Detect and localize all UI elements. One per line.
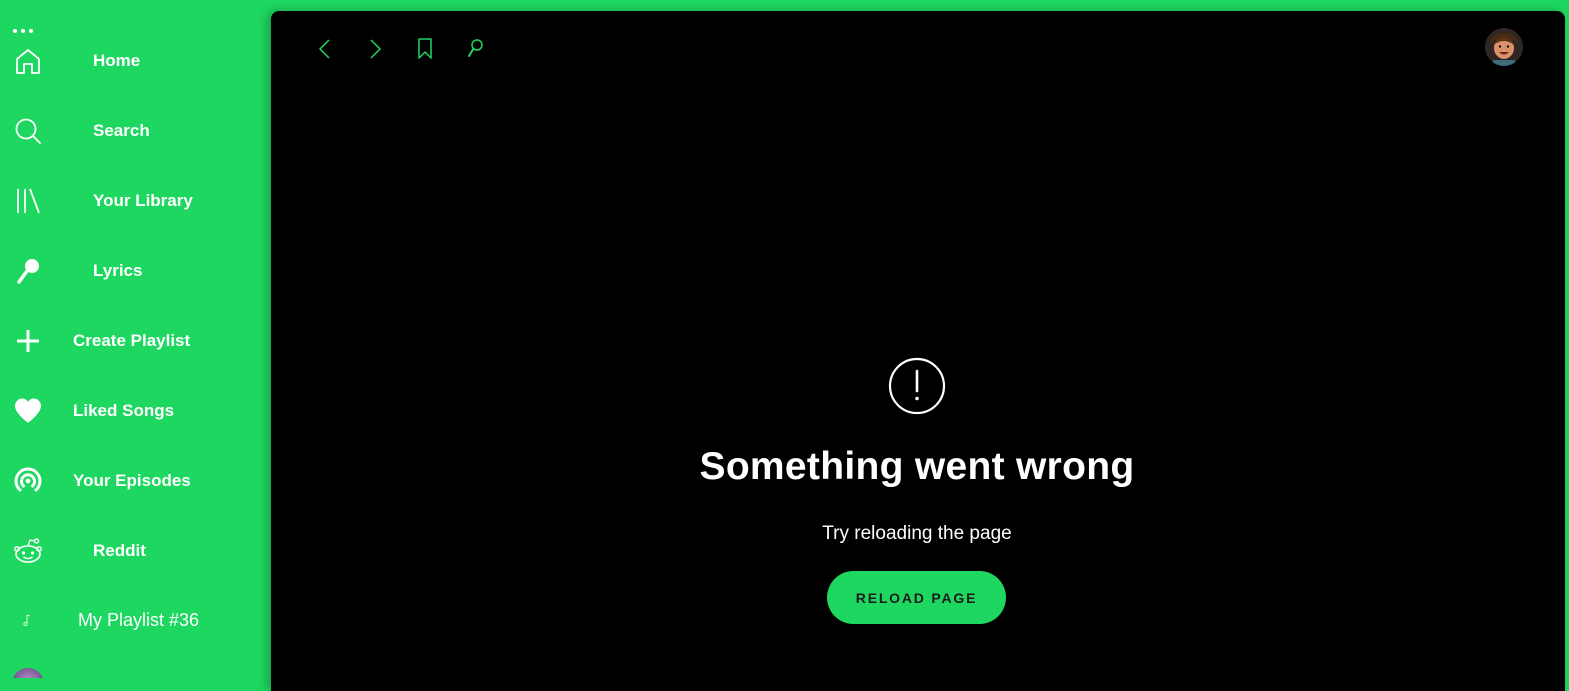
heart-icon [12, 395, 44, 427]
sidebar-item-label: Your Episodes [73, 471, 191, 490]
error-subtitle: Try reloading the page [822, 523, 1012, 544]
exclamation-circle-icon [888, 357, 946, 415]
forward-arrow-icon[interactable] [361, 35, 389, 63]
error-title: Something went wrong [699, 445, 1135, 488]
sidebar-item-label: Lyrics [93, 261, 143, 280]
sidebar-item-liked-songs[interactable]: Liked Songs [0, 386, 271, 436]
avatar[interactable] [12, 668, 44, 678]
sidebar-item-label: Create Playlist [73, 331, 191, 350]
main-content: Something went wrong Try reloading the p… [271, 11, 1565, 691]
sidebar-item-your-library[interactable]: Your Library [0, 176, 271, 226]
reload-page-button[interactable]: RELOAD PAGE [827, 571, 1006, 624]
home-icon [12, 45, 44, 77]
sidebar-item-label: My Playlist #36 [78, 609, 200, 630]
sidebar-item-your-episodes[interactable]: Your Episodes [0, 456, 271, 506]
user-avatar[interactable] [1485, 28, 1523, 66]
sidebar-item-label: Reddit [93, 541, 146, 560]
microphone-icon [12, 255, 44, 287]
sidebar-item-search[interactable]: Search [0, 106, 271, 156]
sidebar: Home Search Your Library Lyrics Create P… [0, 0, 271, 678]
reddit-icon [12, 535, 44, 567]
library-icon [12, 185, 44, 217]
sidebar-item-home[interactable]: Home [0, 36, 271, 86]
music-note-icon [12, 604, 44, 636]
plus-icon [12, 325, 44, 357]
sidebar-item-lyrics[interactable]: Lyrics [0, 246, 271, 296]
sidebar-item-label: Home [93, 51, 141, 70]
sidebar-item-my-playlist-36[interactable]: My Playlist #36 [0, 595, 271, 645]
sidebar-item-reddit[interactable]: Reddit [0, 526, 271, 576]
sidebar-item-label: Liked Songs [73, 401, 175, 420]
sidebar-item-create-playlist[interactable]: Create Playlist [0, 316, 271, 366]
podcast-icon [12, 465, 44, 497]
back-arrow-icon[interactable] [311, 35, 339, 63]
sidebar-item-label: Search [93, 121, 150, 140]
sidebar-item-label: Your Library [93, 191, 193, 210]
search-icon [12, 115, 44, 147]
microphone-icon[interactable] [461, 35, 489, 63]
bookmark-icon[interactable] [411, 35, 439, 63]
